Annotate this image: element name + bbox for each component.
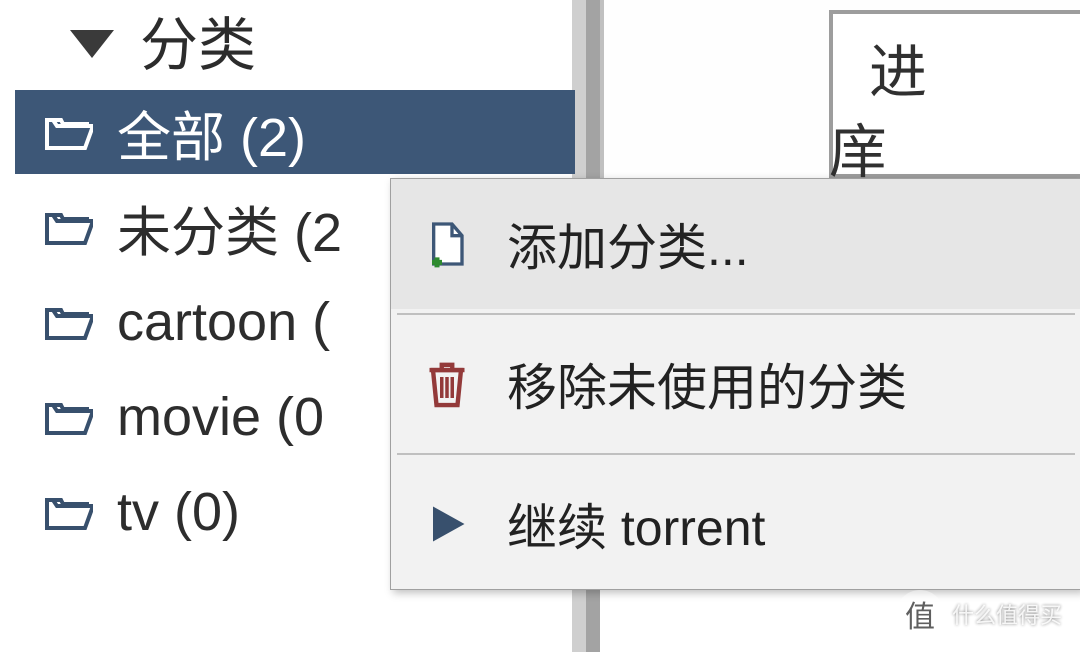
folder-open-icon [45, 112, 93, 152]
category-item-all[interactable]: 全部 (2) [15, 90, 575, 174]
folder-open-icon [45, 302, 93, 342]
detail-panel: 进 庠 [600, 0, 1080, 180]
menu-separator [397, 453, 1075, 455]
watermark-text: 什么值得买 [952, 598, 1062, 630]
category-item-label: tv (0) [117, 481, 240, 543]
category-item-label: movie (0 [117, 386, 324, 448]
trash-icon [417, 354, 477, 414]
category-item-label: 全部 (2) [117, 93, 306, 172]
menu-item-label: 添加分类... [507, 208, 749, 280]
folder-open-icon [45, 207, 93, 247]
add-file-icon [417, 214, 477, 274]
category-group-header[interactable]: 分类 [70, 0, 256, 80]
play-icon [417, 494, 477, 554]
folder-open-icon [45, 397, 93, 437]
folder-open-icon [45, 492, 93, 532]
detail-line-2: 庠 [829, 105, 887, 189]
collapse-triangle-icon [70, 30, 114, 58]
category-group-label: 分类 [140, 0, 256, 82]
watermark-badge-icon: 值 [896, 590, 944, 638]
menu-item-label: 继续 torrent [507, 488, 765, 560]
menu-item-resume-torrent[interactable]: 继续 torrent [391, 459, 1080, 589]
detail-line-1: 进 [869, 25, 927, 109]
menu-item-remove-unused[interactable]: 移除未使用的分类 [391, 319, 1080, 449]
context-menu: 添加分类... 移除未使用的分类 继续 torrent [390, 178, 1080, 590]
category-item-label: cartoon ( [117, 291, 330, 353]
menu-separator [397, 313, 1075, 315]
category-item-label: 未分类 (2 [117, 188, 342, 267]
menu-item-label: 移除未使用的分类 [507, 348, 907, 420]
watermark: 值 什么值得买 [896, 590, 1062, 638]
menu-item-add-category[interactable]: 添加分类... [391, 179, 1080, 309]
